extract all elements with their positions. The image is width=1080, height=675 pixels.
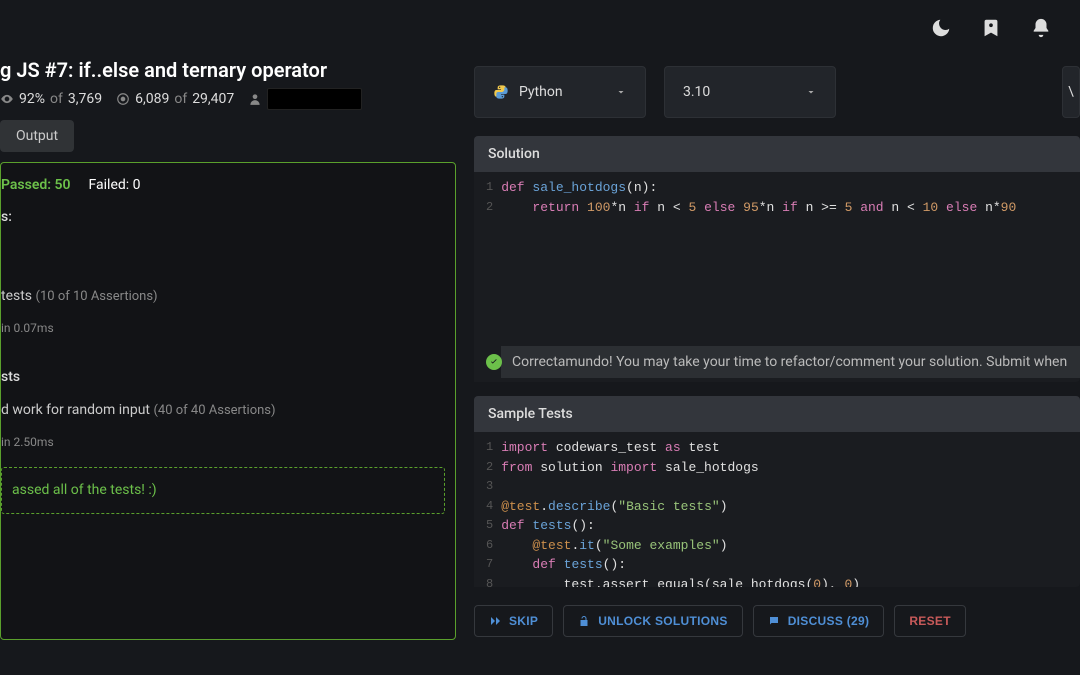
python-icon — [493, 84, 509, 100]
failed-count: Failed: 0 — [89, 177, 141, 193]
discuss-button[interactable]: DISCUSS (29) — [753, 605, 885, 637]
author-stat — [248, 88, 362, 110]
selector-row: Python 3.10 \ — [474, 66, 1080, 118]
satisfaction-total: 3,769 — [68, 91, 102, 107]
version-dropdown[interactable]: 3.10 — [664, 66, 836, 118]
language-label: Python — [519, 84, 563, 100]
of-label: of — [174, 91, 187, 107]
completion-stat: 6,089 of 29,407 — [116, 91, 234, 107]
tests-code[interactable]: import codewars_test as testfrom solutio… — [501, 432, 1080, 587]
language-dropdown[interactable]: Python — [474, 66, 646, 118]
basic-tests-label: tests — [1, 288, 32, 304]
solution-code[interactable]: def sale_hotdogs(n): return 100*n if n <… — [501, 172, 1080, 382]
tests-panel: Sample Tests 12345678 import codewars_te… — [474, 396, 1080, 587]
solution-editor[interactable]: 12 def sale_hotdogs(n): return 100*n if … — [474, 172, 1080, 382]
basic-assertions: (10 of 10 Assertions) — [36, 289, 158, 304]
tests-gutter: 12345678 — [474, 432, 501, 587]
skip-button[interactable]: SKIP — [474, 605, 553, 637]
tests-header: Sample Tests — [474, 396, 1080, 432]
random-section: sts — [1, 367, 445, 388]
eye-icon — [0, 92, 14, 106]
discuss-label: DISCUSS (29) — [788, 614, 870, 628]
unlock-button[interactable]: UNLOCK SOLUTIONS — [563, 605, 742, 637]
random-assertions: (40 of 40 Assertions) — [153, 403, 275, 418]
right-edge-button[interactable]: \ — [1062, 66, 1080, 118]
all-passed-banner: assed all of the tests! :) — [1, 467, 445, 514]
topbar — [930, 0, 1080, 60]
satisfaction-pct: 92% — [19, 91, 45, 107]
target-icon — [116, 92, 130, 106]
random-label: d work for random input — [1, 402, 150, 418]
chevron-down-icon — [615, 86, 627, 98]
moon-icon[interactable] — [930, 17, 952, 43]
solution-panel: Solution 12 def sale_hotdogs(n): return … — [474, 136, 1080, 346]
kata-title: g JS #7: if..else and ternary operator — [0, 58, 456, 88]
solution-gutter: 12 — [474, 172, 501, 382]
unlock-label: UNLOCK SOLUTIONS — [598, 614, 727, 628]
action-row: SKIP UNLOCK SOLUTIONS DISCUSS (29) RESET — [474, 605, 1080, 637]
banner-text: Correctamundo! You may take your time to… — [512, 354, 1067, 370]
author-box[interactable] — [267, 88, 362, 110]
output-tab[interactable]: Output — [0, 120, 74, 152]
skip-label: SKIP — [509, 614, 538, 628]
tests-editor[interactable]: 12345678 import codewars_test as testfro… — [474, 432, 1080, 587]
completions-total: 29,407 — [192, 91, 234, 107]
of-label: of — [50, 91, 63, 107]
basic-timing: in 0.07ms — [1, 319, 445, 337]
reset-button[interactable]: RESET — [894, 605, 966, 637]
random-timing: in 2.50ms — [1, 433, 445, 451]
basic-tests-row: tests (10 of 10 Assertions) — [1, 286, 445, 307]
random-tests-row: d work for random input (40 of 40 Assert… — [1, 400, 445, 421]
comment-icon — [768, 615, 780, 627]
satisfaction-stat: 92% of 3,769 — [0, 91, 102, 107]
solution-header: Solution — [474, 136, 1080, 172]
completions: 6,089 — [135, 91, 169, 107]
chevron-down-icon — [805, 86, 817, 98]
bookmark-icon[interactable] — [980, 17, 1002, 43]
reset-label: RESET — [909, 614, 951, 628]
lock-icon — [578, 615, 590, 627]
results-panel: Passed: 50 Failed: 0 s: tests (10 of 10 … — [0, 162, 456, 640]
right-pane: Python 3.10 \ Solution 12 def sale_hotdo… — [474, 66, 1080, 637]
kata-stats: 92% of 3,769 6,089 of 29,407 — [0, 88, 456, 120]
results-header: Passed: 50 Failed: 0 — [1, 177, 445, 207]
check-icon — [486, 354, 502, 370]
output-tabs: Output — [0, 120, 456, 152]
passed-count: Passed: 50 — [1, 177, 71, 193]
version-label: 3.10 — [683, 84, 710, 100]
skip-icon — [489, 615, 501, 627]
results-section: s: — [1, 207, 445, 228]
right-edge-label: \ — [1068, 84, 1074, 100]
user-icon — [248, 92, 262, 106]
bell-icon[interactable] — [1030, 17, 1052, 43]
left-pane: g JS #7: if..else and ternary operator 9… — [0, 58, 456, 675]
results-body: s: tests (10 of 10 Assertions) in 0.07ms… — [1, 207, 445, 514]
